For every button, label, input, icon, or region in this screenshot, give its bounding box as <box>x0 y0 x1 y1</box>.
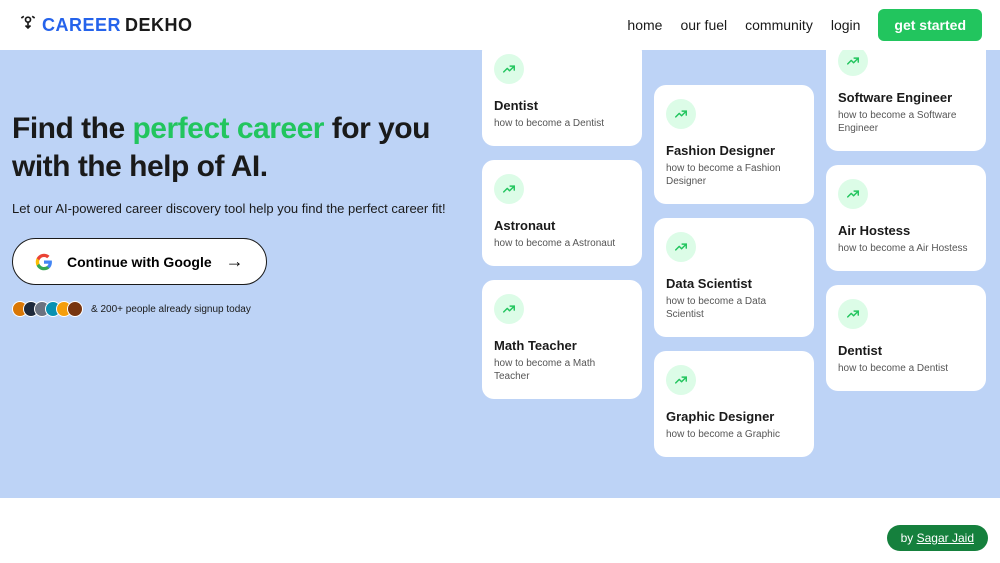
logo[interactable]: CAREERDEKHO <box>18 13 193 38</box>
main-content: Find the perfect career for you with the… <box>0 50 1000 498</box>
get-started-button[interactable]: get started <box>878 9 982 41</box>
trend-up-icon <box>494 294 524 324</box>
credit-pill[interactable]: by Sagar Jaid <box>887 525 988 551</box>
nav-home[interactable]: home <box>627 17 662 33</box>
career-card-data-scientist[interactable]: Data Scientist how to become a Data Scien… <box>654 218 814 337</box>
card-title: Dentist <box>494 98 630 113</box>
nav-our-fuel[interactable]: our fuel <box>680 17 727 33</box>
credit-by: by <box>901 531 917 545</box>
footer-strip <box>0 498 1000 563</box>
card-columns: Dentist how to become a Dentist Astronaut… <box>482 50 986 457</box>
avatar <box>67 301 83 317</box>
trend-up-icon <box>494 54 524 84</box>
card-subtitle: how to become a Astronaut <box>494 237 630 250</box>
card-title: Software Engineer <box>838 90 974 105</box>
logo-icon <box>18 13 38 38</box>
card-subtitle: how to become a Software Engineer <box>838 109 974 135</box>
card-column-3: Software Engineer how to become a Softwar… <box>826 50 986 457</box>
career-card-fashion-designer[interactable]: Fashion Designer how to become a Fashion … <box>654 85 814 204</box>
nav-links: home our fuel community login get starte… <box>627 9 982 41</box>
social-proof: & 200+ people already signup today <box>12 301 482 317</box>
logo-text-dekho: DEKHO <box>125 15 193 36</box>
continue-with-google-button[interactable]: Continue with Google → <box>12 238 267 285</box>
career-cards-section: Dentist how to become a Dentist Astronaut… <box>482 50 1000 498</box>
career-card-astronaut[interactable]: Astronaut how to become a Astronaut <box>482 160 642 266</box>
card-subtitle: how to become a Dentist <box>494 117 630 130</box>
card-subtitle: how to become a Air Hostess <box>838 242 974 255</box>
card-subtitle: how to become a Data Scientist <box>666 295 802 321</box>
avatar-stack <box>12 301 83 317</box>
nav-community[interactable]: community <box>745 17 813 33</box>
card-subtitle: how to become a Dentist <box>838 362 974 375</box>
card-subtitle: how to become a Graphic <box>666 428 802 441</box>
card-column-2: Fashion Designer how to become a Fashion … <box>654 85 814 457</box>
career-card-math-teacher[interactable]: Math Teacher how to become a Math Teacher <box>482 280 642 399</box>
headline: Find the perfect career for you with the… <box>12 110 482 185</box>
credit-name: Sagar Jaid <box>917 531 974 545</box>
trend-up-icon <box>838 299 868 329</box>
card-title: Graphic Designer <box>666 409 802 424</box>
card-title: Fashion Designer <box>666 143 802 158</box>
top-nav: CAREERDEKHO home our fuel community logi… <box>0 0 1000 50</box>
card-title: Math Teacher <box>494 338 630 353</box>
trend-up-icon <box>666 365 696 395</box>
hero-section: Find the perfect career for you with the… <box>0 50 482 498</box>
card-title: Astronaut <box>494 218 630 233</box>
career-card-dentist[interactable]: Dentist how to become a Dentist <box>482 50 642 146</box>
arrow-right-icon: → <box>226 251 244 272</box>
google-icon <box>35 253 53 271</box>
trend-up-icon <box>666 99 696 129</box>
logo-text-career: CAREER <box>42 15 121 36</box>
trend-up-icon <box>666 232 696 262</box>
headline-part1: Find the <box>12 112 132 145</box>
card-title: Data Scientist <box>666 276 802 291</box>
google-button-label: Continue with Google <box>67 254 212 270</box>
nav-login[interactable]: login <box>831 17 861 33</box>
career-card-air-hostess[interactable]: Air Hostess how to become a Air Hostess <box>826 165 986 271</box>
career-card-software-engineer[interactable]: Software Engineer how to become a Softwar… <box>826 50 986 151</box>
card-title: Dentist <box>838 343 974 358</box>
card-title: Air Hostess <box>838 223 974 238</box>
social-proof-text: & 200+ people already signup today <box>91 304 251 315</box>
career-card-dentist-2[interactable]: Dentist how to become a Dentist <box>826 285 986 391</box>
card-subtitle: how to become a Fashion Designer <box>666 162 802 188</box>
card-column-1: Dentist how to become a Dentist Astronaut… <box>482 50 642 457</box>
hero-subtext: Let our AI-powered career discovery tool… <box>12 201 482 216</box>
career-card-graphic-designer[interactable]: Graphic Designer how to become a Graphic <box>654 351 814 457</box>
headline-highlight: perfect career <box>132 112 323 145</box>
trend-up-icon <box>494 174 524 204</box>
trend-up-icon <box>838 50 868 76</box>
trend-up-icon <box>838 179 868 209</box>
card-subtitle: how to become a Math Teacher <box>494 357 630 383</box>
